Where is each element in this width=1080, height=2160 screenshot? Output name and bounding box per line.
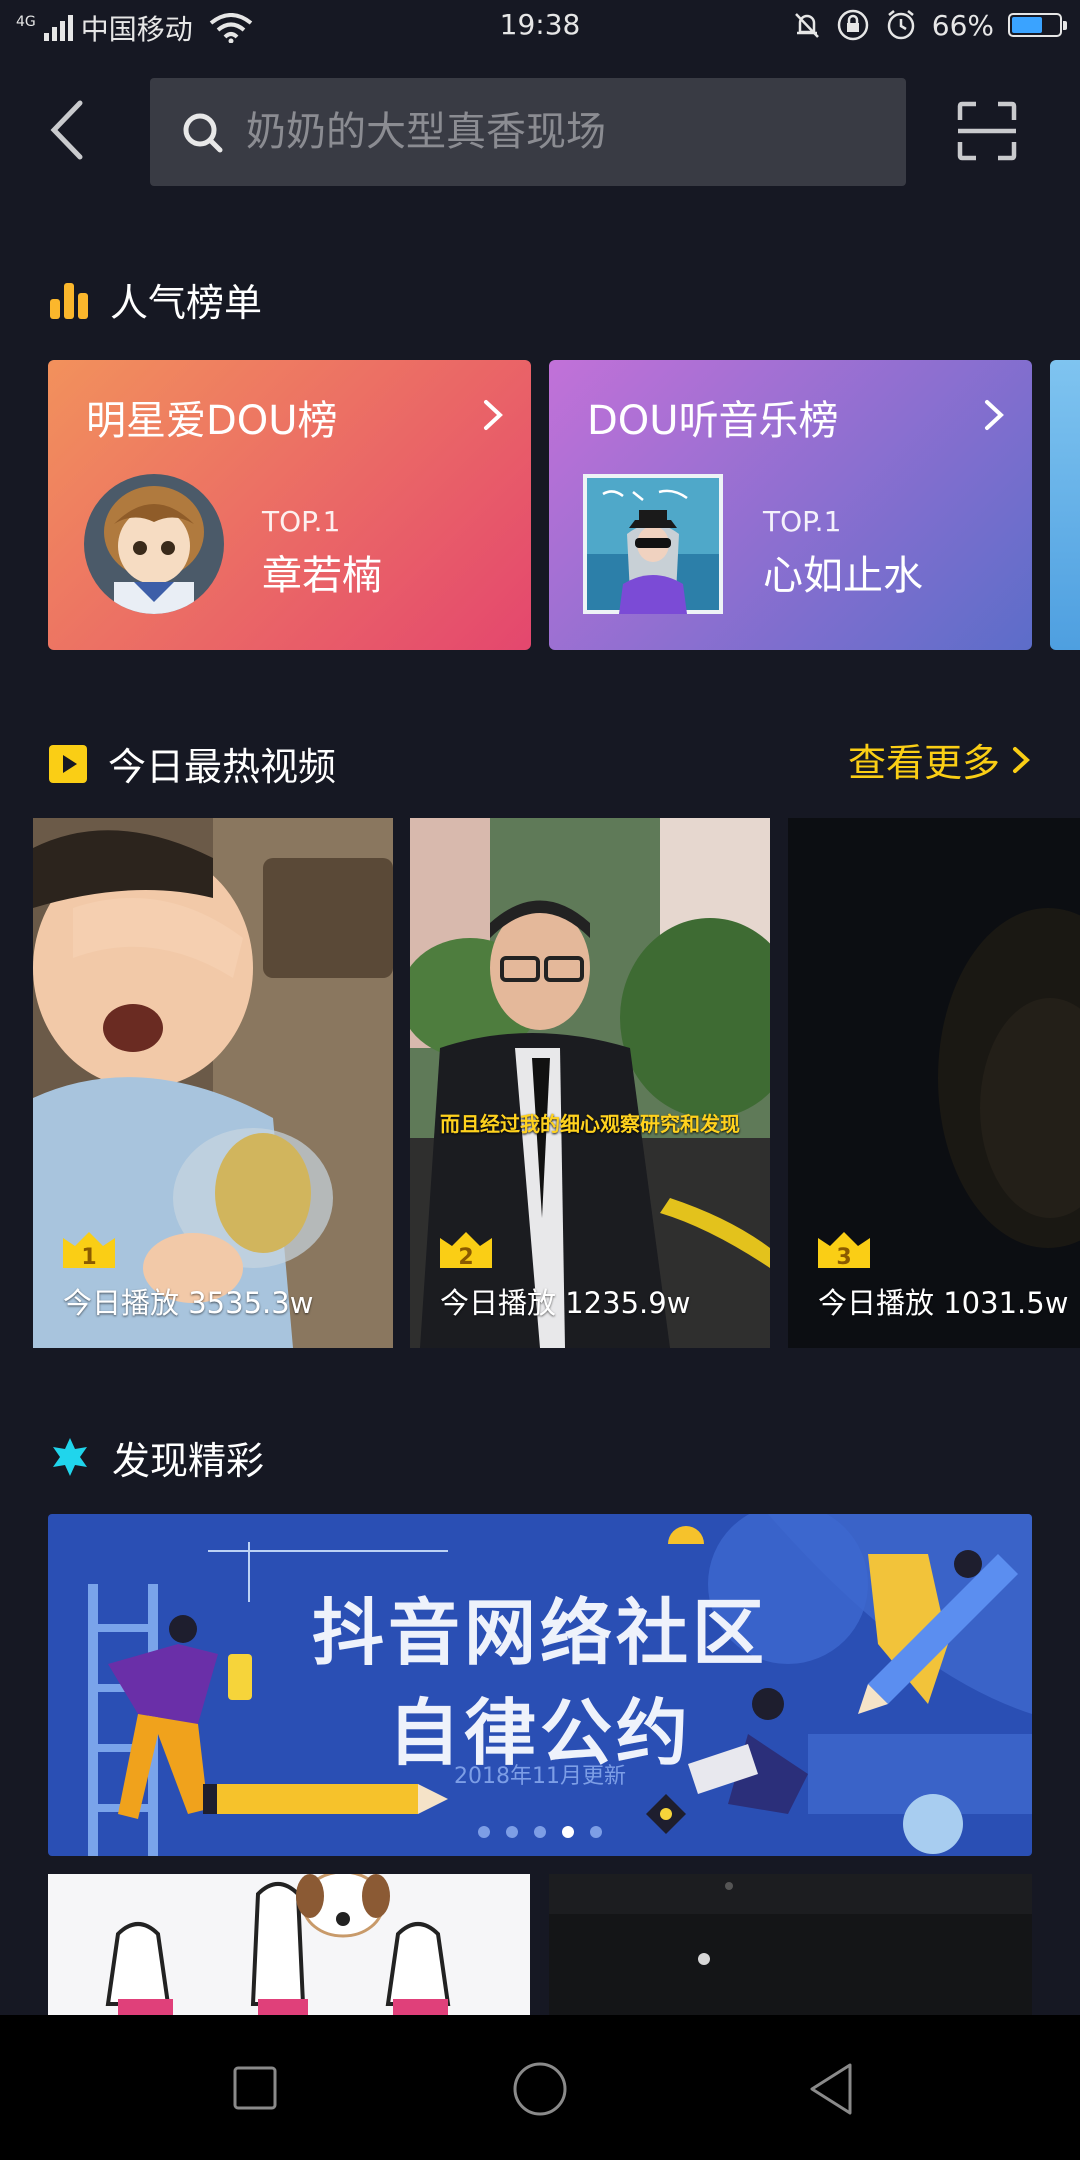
discover-section-title: 发现精彩 (48, 1430, 264, 1485)
star-icon (53, 1437, 87, 1476)
discover-banner[interactable]: 抖音网络社区 自律公约 2018年11月更新 (48, 1514, 1032, 1856)
banner-dot[interactable] (506, 1826, 518, 1838)
avatar (84, 474, 224, 614)
see-more-label: 查看更多 (847, 741, 1000, 785)
rank-number: 1 (81, 1245, 96, 1270)
home-icon[interactable] (512, 2061, 568, 2117)
rotation-lock-icon (837, 9, 869, 41)
back-icon[interactable] (40, 95, 100, 165)
crown-rank-icon: 2 (440, 1232, 492, 1270)
album-cover (583, 474, 723, 614)
discover-card-thumbnail (48, 1874, 530, 2015)
rank-card-peek[interactable] (1050, 360, 1080, 650)
status-bar: 4G 中国移动 19:38 66% (0, 0, 1080, 52)
banner-headline-1: 抖音网络社区 (311, 1591, 768, 1675)
bar-chart-icon (50, 282, 88, 319)
scan-icon[interactable] (956, 100, 1018, 162)
video-subtitle: 而且经过我的细心观察研究和发现 (440, 1112, 740, 1136)
crown-rank-icon: 3 (818, 1232, 870, 1270)
chevron-right-icon (1013, 746, 1030, 773)
crown-rank-icon: 1 (63, 1232, 115, 1270)
banner-dot[interactable] (562, 1826, 574, 1838)
see-more-link[interactable]: 查看更多 (848, 732, 1032, 787)
chevron-right-icon (484, 400, 503, 430)
hot-video-card[interactable]: 1 今日播放 3535.3w (33, 818, 393, 1348)
discover-card-thumbnail (549, 1874, 1032, 2015)
banner-dot[interactable] (590, 1826, 602, 1838)
hot-videos-section-title: 今日最热视频 (48, 736, 336, 791)
search-placeholder: 奶奶的大型真香现场 (246, 109, 606, 155)
rank-card-winner: 章若楠 (262, 553, 382, 599)
status-right: 66% (792, 8, 1067, 42)
system-nav-bar (0, 2015, 1080, 2160)
discover-card[interactable] (549, 1874, 1032, 2015)
banner-dot[interactable] (534, 1826, 546, 1838)
search-input[interactable]: 奶奶的大型真香现场 (150, 78, 906, 186)
hot-video-card[interactable]: 而且经过我的细心观察研究和发现 2 今日播放 1235.9w (410, 818, 770, 1348)
video-play-count: 今日播放 1031.5w (818, 1286, 1069, 1320)
back-nav-icon[interactable] (806, 2061, 856, 2117)
play-box-icon (49, 744, 87, 783)
banner-date: 2018年11月更新 (454, 1764, 626, 1789)
popular-section-title: 人气榜单 (48, 272, 262, 327)
battery-fill (1012, 17, 1042, 33)
hot-videos-title: 今日最热视频 (108, 745, 337, 789)
chevron-right-icon (985, 400, 1004, 430)
battery-percent: 66% (931, 8, 994, 42)
mute-bell-icon (794, 13, 819, 38)
video-play-count: 今日播放 3535.3w (63, 1286, 314, 1320)
rank-card-winner: 心如止水 (763, 553, 923, 599)
discover-card[interactable] (48, 1874, 530, 2015)
rank-number: 2 (458, 1245, 473, 1270)
video-play-count: 今日播放 1235.9w (440, 1286, 691, 1320)
rank-card-top-label: TOP.1 (763, 505, 842, 538)
battery-icon (1008, 13, 1067, 37)
rank-card-name: 明星爱DOU榜 (86, 398, 338, 444)
alarm-icon (887, 10, 915, 40)
banner-pagination (48, 1826, 1032, 1838)
discover-title: 发现精彩 (112, 1439, 265, 1483)
popular-title: 人气榜单 (110, 281, 263, 325)
search-icon (183, 113, 223, 153)
rank-card-music[interactable]: DOU听音乐榜 TOP.1 心如止水 (549, 360, 1032, 650)
banner-dot[interactable] (478, 1826, 490, 1838)
recent-apps-icon[interactable] (232, 2065, 278, 2111)
rank-card-name: DOU听音乐榜 (587, 398, 839, 444)
hot-video-card[interactable]: 3 今日播放 1031.5w (788, 818, 1080, 1348)
rank-card-top-label: TOP.1 (262, 505, 341, 538)
rank-card-star[interactable]: 明星爱DOU榜 TOP.1 章若楠 (48, 360, 531, 650)
rank-number: 3 (836, 1245, 851, 1270)
